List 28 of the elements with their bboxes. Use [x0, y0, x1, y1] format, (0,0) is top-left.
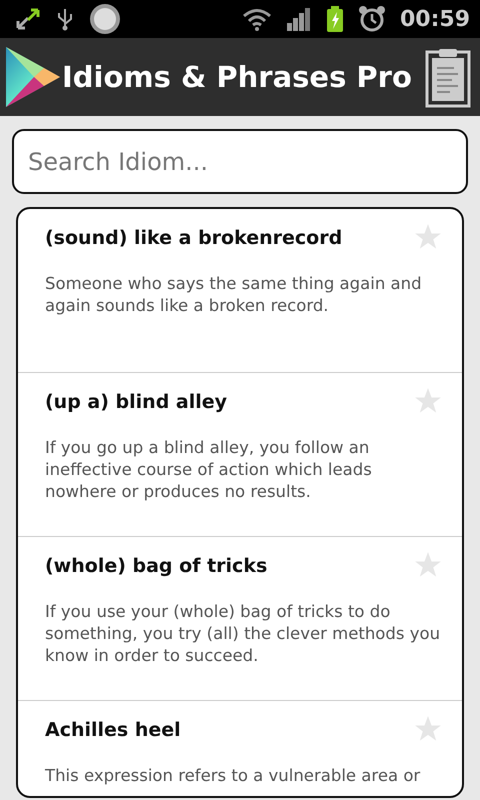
- clipboard-icon[interactable]: [424, 46, 472, 108]
- star-icon[interactable]: [414, 715, 442, 743]
- idiom-item[interactable]: Achilles heel This expression refers to a vulnerable area or: [18, 701, 462, 796]
- wifi-icon: [242, 7, 272, 31]
- idiom-meaning: If you use your (whole) bag of tricks to do something, you try (all) the clever methods you know in order to succeed.: [45, 601, 442, 667]
- idiom-meaning: If you go up a blind alley, you follow an ineffective course of action which leads nowhere or produces no results.: [45, 437, 373, 503]
- star-icon[interactable]: [414, 551, 442, 579]
- circle-icon: [88, 2, 122, 36]
- star-icon[interactable]: [414, 387, 442, 415]
- sync-arrows-icon: [14, 6, 42, 32]
- idiom-title: Achilles heel: [45, 719, 181, 741]
- idiom-item[interactable]: (sound) like a brokenrecord Someone who says the same thing again and again sounds like a broken record.: [18, 209, 462, 373]
- clock-time: 00:59: [400, 6, 470, 32]
- idiom-item[interactable]: (whole) bag of tricks If you use your (whole) bag of tricks to do something, you try (all) the clever methods you know in order to succeed.: [18, 537, 462, 701]
- search-field[interactable]: Search Idiom...: [12, 129, 468, 194]
- idiom-item[interactable]: (up a) blind alley If you go up a blind alley, you follow an ineffective course of action which leads nowhere or produces no results.: [18, 373, 462, 537]
- usb-icon: [56, 6, 74, 32]
- alarm-clock-icon: [358, 5, 386, 33]
- play-triangle-icon: [4, 45, 60, 109]
- app-title: Idioms & Phrases Pro: [62, 60, 413, 94]
- idiom-title: (sound) like a brokenrecord: [45, 227, 342, 249]
- signal-icon: [286, 7, 312, 31]
- idiom-title: (whole) bag of tricks: [45, 555, 268, 577]
- idiom-title: (up a) blind alley: [45, 391, 228, 413]
- idiom-meaning: This expression refers to a vulnerable area or: [45, 765, 422, 787]
- battery-charging-icon: [326, 5, 344, 33]
- star-icon[interactable]: [414, 223, 442, 251]
- idiom-meaning: Someone who says the same thing again and again sounds like a broken record.: [45, 273, 423, 317]
